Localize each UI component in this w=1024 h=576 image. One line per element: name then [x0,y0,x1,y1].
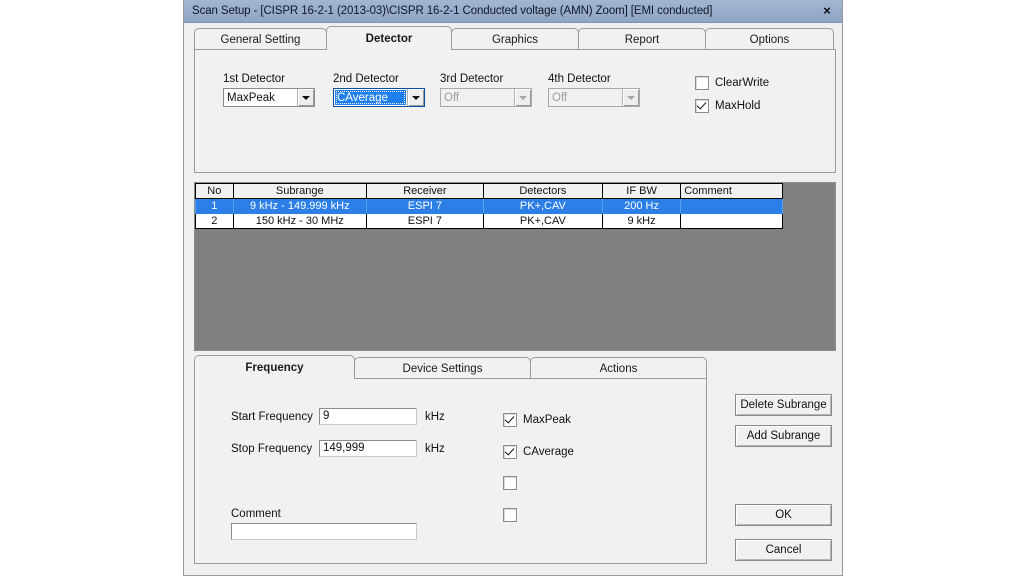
window-titlebar: Scan Setup - [CISPR 16-2-1 (2013-03)\CIS… [184,0,842,23]
column-header-comment[interactable]: Comment [680,183,783,199]
checkbox-box-icon [695,99,709,113]
checkbox-label: ClearWrite [715,77,770,89]
cell-receiver: ESPI 7 [365,213,484,229]
tab-actions[interactable]: Actions [530,357,707,379]
dropdown-value: MaxPeak [227,91,275,104]
checkbox-maxpeak[interactable]: MaxPeak [503,413,571,427]
comment-input[interactable] [231,523,417,540]
tab-options[interactable]: Options [705,28,834,50]
tab-label: Options [749,33,790,46]
close-icon[interactable]: × [816,1,838,20]
column-header-detectors[interactable]: Detectors [482,183,603,199]
tab-label: Frequency [245,361,304,374]
checkbox-box-icon [503,445,517,459]
label-2nd-detector: 2nd Detector [333,73,399,85]
cell-detectors: PK+,CAV [482,213,603,229]
label-start-frequency: Start Frequency [231,411,313,423]
subrange-table: No Subrange Receiver Detectors IF BW Com… [195,183,783,229]
start-frequency-input[interactable]: 9 [319,408,417,425]
checkbox-box-icon [503,413,517,427]
chevron-down-icon [622,89,639,106]
column-header-no[interactable]: No [195,183,234,199]
tab-frequency[interactable]: Frequency [194,355,355,379]
dropdown-3rd-detector: Off [440,88,532,107]
table-row[interactable]: 1 9 kHz - 149.999 kHz ESPI 7 PK+,CAV 200… [195,198,783,214]
column-header-ifbw[interactable]: IF BW [601,183,682,199]
dropdown-value: CAverage [335,90,406,105]
window-title: Scan Setup - [CISPR 16-2-1 (2013-03)\CIS… [192,5,713,17]
chevron-down-icon[interactable] [407,89,424,106]
frequency-panel: Start Frequency 9 kHz Stop Frequency 149… [194,378,707,564]
cell-ifbw: 200 Hz [601,198,682,214]
tab-label: Report [624,33,660,46]
checkbox-maxhold[interactable]: MaxHold [695,99,760,113]
column-header-subrange[interactable]: Subrange [232,183,367,199]
cell-detectors: PK+,CAV [482,198,603,214]
checkbox-caverage[interactable]: CAverage [503,445,574,459]
label-stop-frequency: Stop Frequency [231,443,313,455]
tab-label: Detector [365,32,413,45]
cell-subrange: 9 kHz - 149.999 kHz [232,198,367,214]
main-tabstrip: General Setting Detector Graphics Report… [194,26,836,50]
tab-label: Actions [599,362,638,375]
unit-start-frequency: kHz [425,411,445,423]
column-header-receiver[interactable]: Receiver [365,183,484,199]
cell-no: 1 [195,198,234,214]
table-header-row: No Subrange Receiver Detectors IF BW Com… [195,183,783,199]
label-3rd-detector: 3rd Detector [440,73,504,85]
scan-setup-window: Scan Setup - [CISPR 16-2-1 (2013-03)\CIS… [183,0,843,576]
tab-detector[interactable]: Detector [326,26,452,50]
tab-device-settings[interactable]: Device Settings [354,357,531,379]
subrange-table-container: No Subrange Receiver Detectors IF BW Com… [194,182,836,351]
tab-label: Graphics [491,33,539,46]
add-subrange-button[interactable]: Add Subrange [735,425,832,447]
table-row[interactable]: 2 150 kHz - 30 MHz ESPI 7 PK+,CAV 9 kHz [195,213,783,229]
ok-button[interactable]: OK [735,504,832,526]
checkbox-box-icon [503,508,517,522]
screen: Scan Setup - [CISPR 16-2-1 (2013-03)\CIS… [0,0,1024,576]
cell-comment [680,213,783,229]
checkbox-clearwrite[interactable]: ClearWrite [695,76,769,90]
dropdown-2nd-detector[interactable]: CAverage [333,88,425,107]
chevron-down-icon[interactable] [297,89,314,106]
checkbox-detector-3[interactable] [503,476,523,490]
tab-label: Device Settings [402,362,483,375]
tab-report[interactable]: Report [578,28,706,50]
checkbox-detector-4[interactable] [503,508,523,522]
chevron-down-icon [514,89,531,106]
cell-ifbw: 9 kHz [601,213,682,229]
label-1st-detector: 1st Detector [223,73,285,85]
dropdown-value: Off [552,91,568,104]
dropdown-value: Off [444,91,460,104]
unit-stop-frequency: kHz [425,443,445,455]
checkbox-label: CAverage [523,446,574,458]
cell-comment [680,198,783,214]
dropdown-4th-detector: Off [548,88,640,107]
cancel-button[interactable]: Cancel [735,539,832,561]
detail-tabstrip: Frequency Device Settings Actions [194,355,707,379]
label-4th-detector: 4th Detector [548,73,611,85]
cell-subrange: 150 kHz - 30 MHz [232,213,367,229]
cell-receiver: ESPI 7 [365,198,484,214]
label-comment: Comment [231,508,281,520]
tab-label: General Setting [220,33,301,46]
tab-general-setting[interactable]: General Setting [194,28,327,50]
tab-graphics[interactable]: Graphics [451,28,579,50]
checkbox-label: MaxHold [715,100,761,112]
cell-no: 2 [195,213,234,229]
stop-frequency-input[interactable]: 149,999 [319,440,417,457]
detector-panel: 1st Detector MaxPeak 2nd Detector CAvera… [194,49,836,173]
checkbox-box-icon [503,476,517,490]
dropdown-1st-detector[interactable]: MaxPeak [223,88,315,107]
checkbox-label: MaxPeak [523,414,571,426]
checkbox-box-icon [695,76,709,90]
delete-subrange-button[interactable]: Delete Subrange [735,394,832,416]
